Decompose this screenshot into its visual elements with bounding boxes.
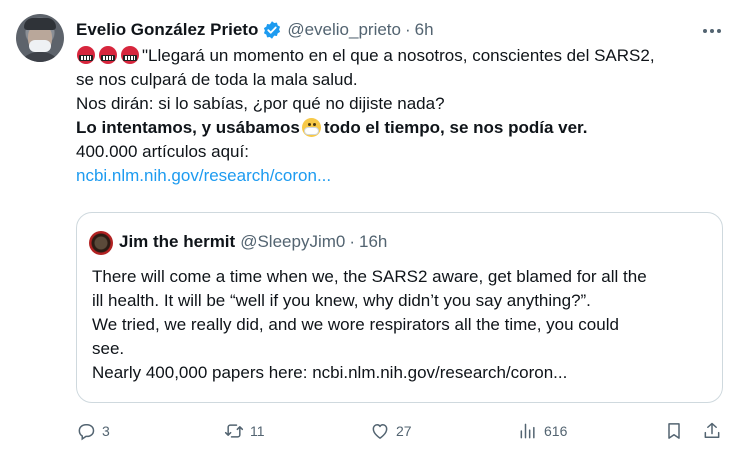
- views-icon: [520, 423, 535, 439]
- reply-icon: [78, 424, 95, 441]
- tweet-link[interactable]: ncbi.nlm.nih.gov/research/coron...: [76, 164, 722, 188]
- share-icon: [704, 422, 720, 438]
- quoted-tweet-text: There will come a time when we, the SARS…: [92, 265, 712, 385]
- face-with-mask-icon: [301, 117, 323, 137]
- like-count: 27: [396, 423, 412, 439]
- author-avatar[interactable]: [16, 14, 64, 62]
- tweet-text: "Llegará un momento en el que a nosotros…: [76, 44, 722, 188]
- angry-face-icon: [120, 46, 140, 64]
- reply-button[interactable]: 3: [76, 419, 110, 443]
- quoted-tweet-timestamp[interactable]: 16h: [359, 232, 387, 252]
- tweet-header: Evelio González Prieto @evelio_prieto · …: [76, 19, 434, 41]
- quoted-author-handle[interactable]: @SleepyJim0: [240, 232, 345, 252]
- like-icon: [372, 424, 388, 439]
- avatar-body: [18, 52, 62, 62]
- bookmark-icon: [668, 423, 680, 439]
- tweet-line-5: 400.000 artículos aquí:: [76, 142, 249, 161]
- quoted-tweet-header: Jim the hermit @SleepyJim0 · 16h: [119, 231, 387, 253]
- views-count: 616: [544, 423, 568, 439]
- angry-face-icon: [76, 46, 96, 64]
- like-button[interactable]: 27: [370, 419, 412, 443]
- avatar-cap: [24, 18, 56, 30]
- quoted-line: see.: [92, 339, 125, 358]
- views-button[interactable]: 616: [518, 419, 567, 443]
- avatar-mask: [29, 40, 51, 52]
- tweet-actions: 3 11 27 616: [76, 419, 722, 443]
- angry-face-icon: [98, 46, 118, 64]
- tweet-timestamp[interactable]: 6h: [415, 20, 434, 40]
- quoted-author-avatar[interactable]: [89, 231, 113, 255]
- quoted-author-name[interactable]: Jim the hermit: [119, 232, 235, 252]
- quoted-line: We tried, we really did, and we wore res…: [92, 315, 619, 334]
- retweet-icon: [224, 424, 244, 438]
- tweet-line-4: Lo intentamos, y usábamos todo el tiempo,…: [76, 117, 588, 137]
- author-handle[interactable]: @evelio_prieto: [287, 20, 401, 40]
- retweet-count: 11: [250, 423, 265, 439]
- author-name[interactable]: Evelio González Prieto: [76, 20, 258, 40]
- quoted-header-separator: ·: [349, 232, 356, 251]
- verified-badge-icon[interactable]: [262, 20, 282, 40]
- tweet-line-2: se nos culpará de toda la mala salud.: [76, 70, 358, 89]
- quoted-line: ill health. It will be “well if you knew…: [92, 291, 591, 310]
- bookmark-button[interactable]: [664, 419, 684, 443]
- quoted-tweet[interactable]: Jim the hermit @SleepyJim0 · 16h There w…: [76, 212, 723, 403]
- reply-count: 3: [102, 423, 110, 439]
- tweet[interactable]: Evelio González Prieto @evelio_prieto · …: [0, 0, 734, 458]
- more-icon[interactable]: [700, 20, 724, 42]
- quoted-line: Nearly 400,000 papers here: ncbi.nlm.nih…: [92, 363, 568, 382]
- tweet-line-3: Nos dirán: si lo sabías, ¿por qué no dij…: [76, 94, 445, 113]
- retweet-button[interactable]: 11: [224, 419, 265, 443]
- share-button[interactable]: [702, 419, 722, 443]
- tweet-line-1: "Llegará un momento en el que a nosotros…: [76, 44, 722, 68]
- header-separator: ·: [404, 20, 411, 39]
- quoted-line: There will come a time when we, the SARS…: [92, 267, 647, 286]
